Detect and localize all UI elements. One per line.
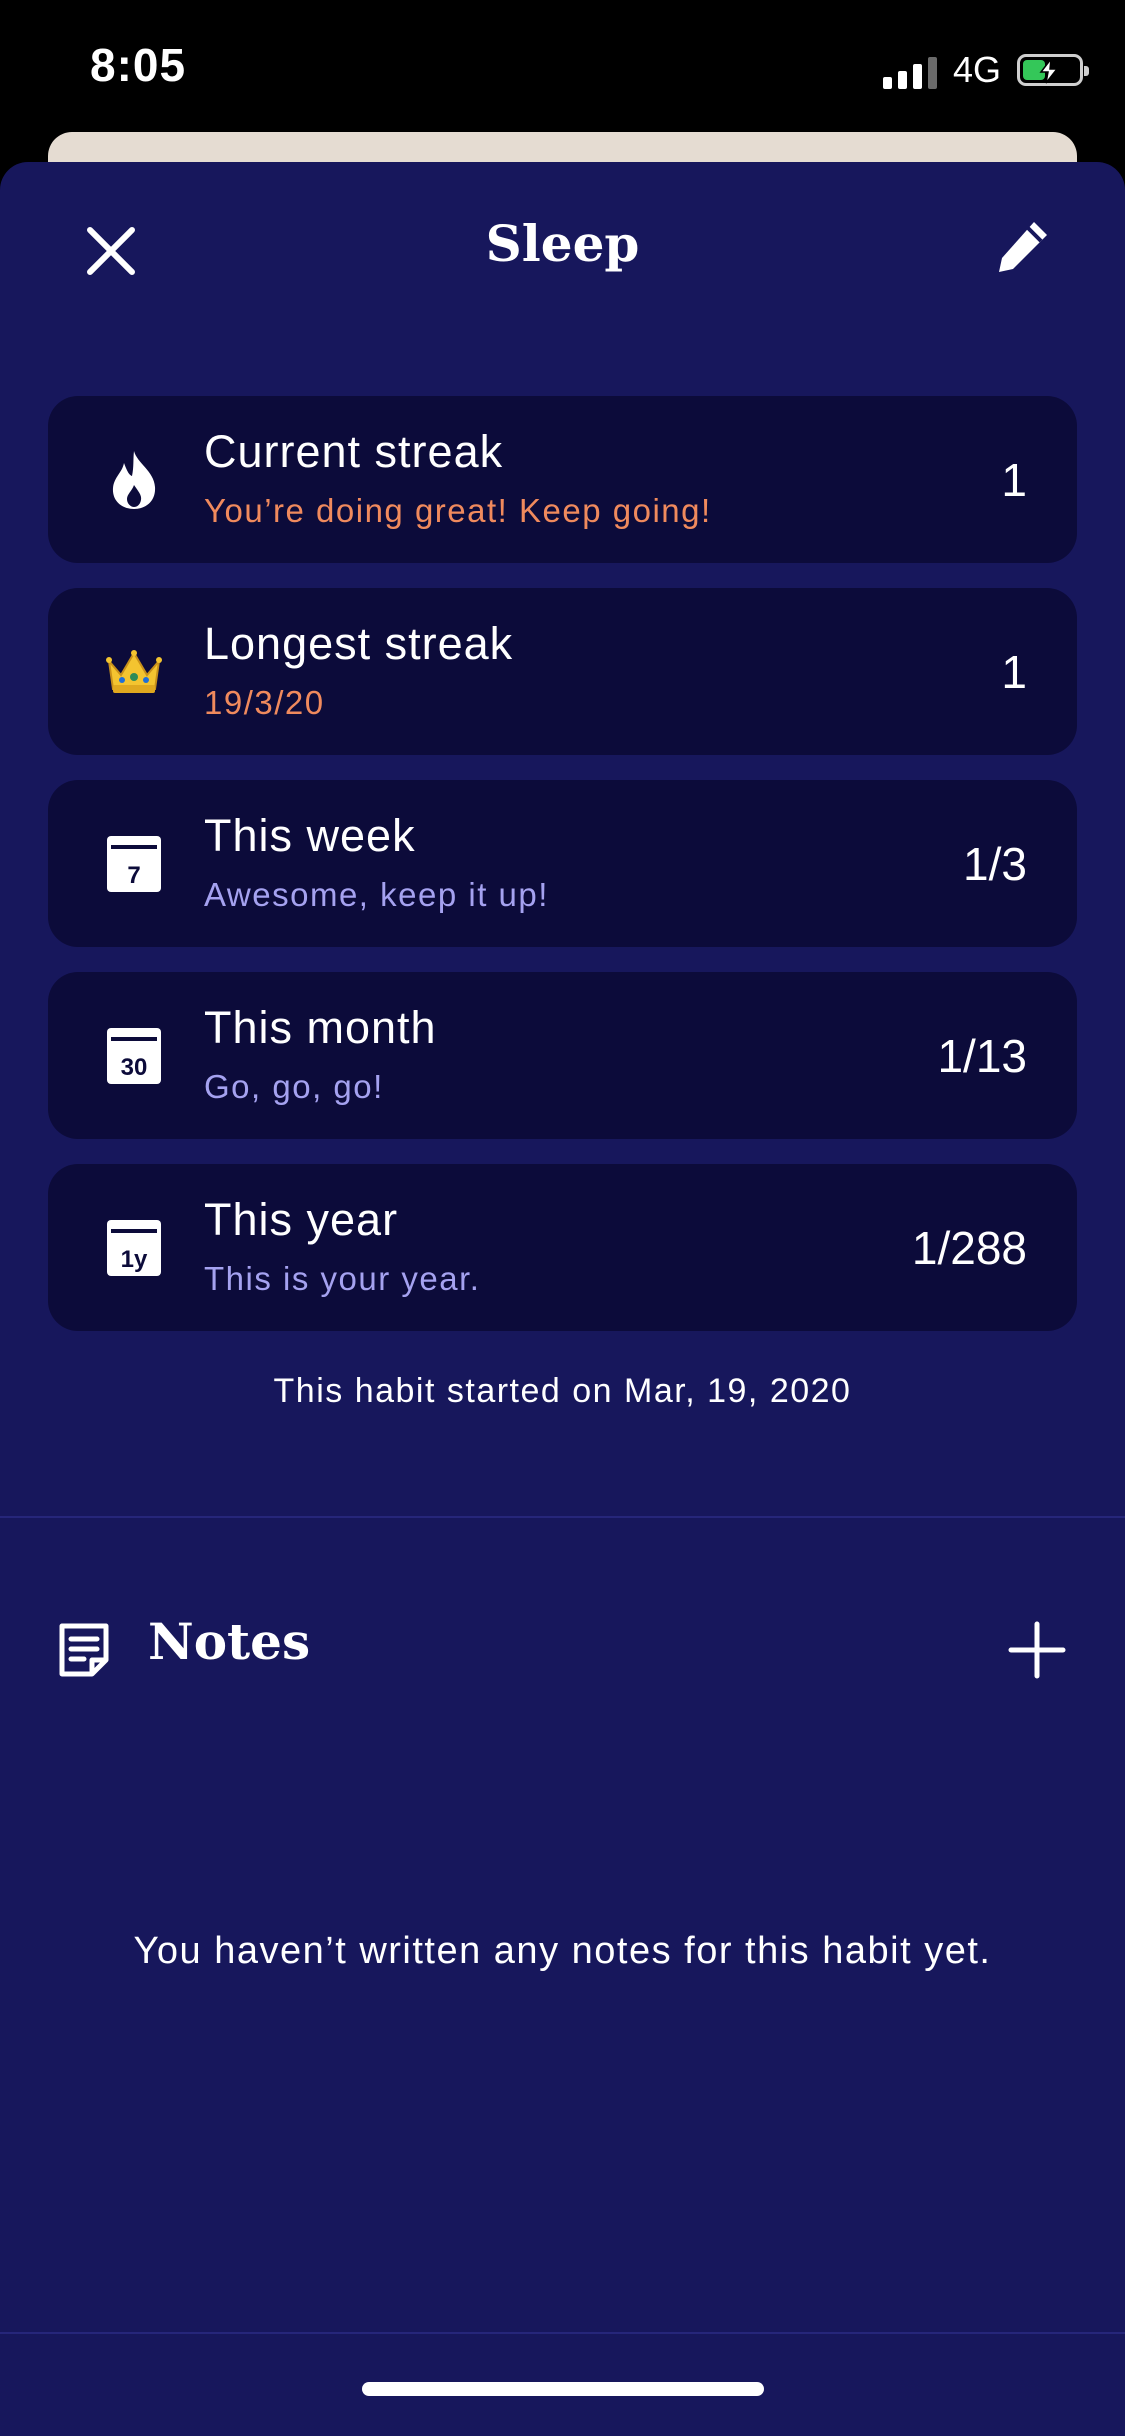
calendar-7-icon: 7 (102, 832, 166, 896)
bottom-divider (0, 2332, 1125, 2334)
stat-title: This week (204, 810, 416, 861)
status-indicators: 4G (882, 48, 1089, 92)
status-bar: 8:05 4G (0, 0, 1125, 132)
stat-subtitle: 19/3/20 (204, 684, 325, 721)
notes-section-title: Notes (148, 1612, 311, 1671)
plus-icon (1008, 1621, 1066, 1679)
stat-title: This month (204, 1002, 437, 1053)
stat-subtitle: Go, go, go! (204, 1068, 384, 1105)
home-indicator[interactable] (362, 2382, 764, 2396)
stat-value: 1 (1001, 645, 1027, 698)
stat-card-this-year: 1y This year This is your year. 1/288 (48, 1164, 1077, 1331)
stat-value: 1/13 (937, 1029, 1027, 1082)
status-time: 8:05 (90, 39, 187, 91)
calendar-30-icon: 30 (102, 1024, 166, 1088)
sheet-header: Sleep (0, 162, 1125, 332)
stat-card-current-streak: Current streak You’re doing great! Keep … (48, 396, 1077, 563)
habit-start-date: This habit started on Mar, 19, 2020 (273, 1372, 852, 1410)
stat-card-this-month: 30 This month Go, go, go! 1/13 (48, 972, 1077, 1139)
stat-card-longest-streak: Longest streak 19/3/20 1 (48, 588, 1077, 755)
stats-list: Current streak You’re doing great! Keep … (48, 396, 1077, 1356)
stat-value: 1/288 (911, 1221, 1027, 1274)
stat-value: 1/3 (963, 837, 1027, 890)
note-icon (54, 1620, 114, 1680)
stat-subtitle: You’re doing great! Keep going! (204, 492, 712, 529)
stat-title: This year (204, 1194, 399, 1245)
stat-card-this-week: 7 This week Awesome, keep it up! 1/3 (48, 780, 1077, 947)
stat-value: 1 (1001, 453, 1027, 506)
stat-title: Current streak (204, 426, 504, 477)
empty-notes-message: You haven’t written any notes for this h… (133, 1930, 992, 1972)
edit-button[interactable] (991, 216, 1053, 278)
signal-strength-icon (882, 51, 937, 89)
page-title: Sleep (485, 214, 640, 273)
stat-title: Longest streak (204, 618, 514, 669)
stat-subtitle: This is your year. (204, 1260, 481, 1297)
flame-icon (102, 448, 166, 512)
stat-subtitle: Awesome, keep it up! (204, 876, 549, 913)
crown-icon (102, 640, 166, 704)
calendar-1y-icon: 1y (102, 1216, 166, 1280)
network-type: 4G (952, 49, 1001, 90)
pencil-icon (999, 222, 1047, 272)
calendar-day-label: 1y (121, 1246, 148, 1273)
calendar-day-label: 7 (127, 862, 140, 889)
section-divider (0, 1516, 1125, 1518)
battery-charging-icon (1017, 54, 1089, 86)
calendar-day-label: 30 (121, 1054, 148, 1081)
habit-detail-sheet: Sleep Current streak You’re doing great!… (0, 162, 1125, 2436)
add-note-button[interactable] (1005, 1618, 1069, 1682)
